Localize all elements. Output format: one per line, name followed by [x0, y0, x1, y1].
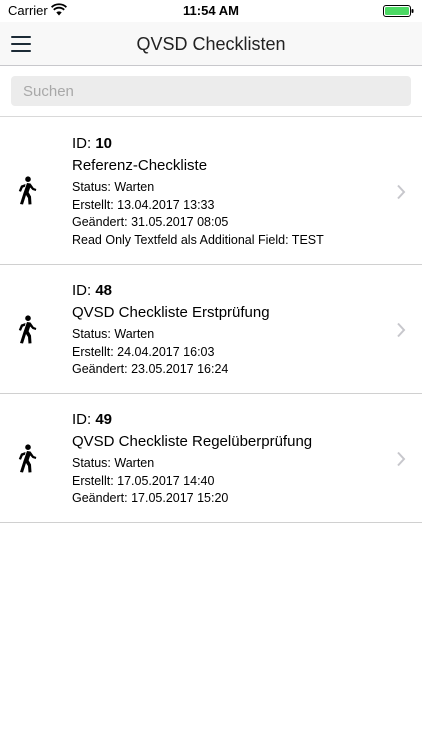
clock: 11:54 AM — [183, 3, 239, 18]
checklist-id: ID: 48 — [72, 282, 113, 299]
checklist-list: ID: 10 Referenz-Checkliste Status: Warte… — [0, 118, 422, 523]
checklist-name: Referenz-Checkliste — [72, 157, 208, 174]
checklist-changed: Geändert: 17.05.2017 15:20 — [72, 491, 229, 505]
search-bar — [0, 66, 422, 117]
checklist-id: ID: 10 — [72, 135, 113, 152]
walking-person-icon — [18, 176, 37, 205]
battery-icon — [383, 5, 414, 17]
checklist-status: Status: Warten — [72, 180, 155, 194]
checklist-changed: Geändert: 31.05.2017 08:05 — [72, 215, 229, 229]
checklist-created: Erstellt: 13.04.2017 13:33 — [72, 197, 215, 212]
search-input[interactable] — [11, 76, 411, 106]
checklist-created: Erstellt: 24.04.2017 16:03 — [72, 344, 215, 359]
checklist-row[interactable]: ID: 10 Referenz-Checkliste Status: Warte… — [0, 118, 422, 265]
checklist-status: Status: Warten — [72, 456, 155, 470]
checklist-extra-field: Read Only Textfeld als Additional Field:… — [72, 232, 324, 247]
status-bar: Carrier 11:54 AM — [0, 0, 422, 22]
checklist-changed: Geändert: 23.05.2017 16:24 — [72, 362, 229, 376]
chevron-right-icon — [397, 451, 406, 467]
checklist-row[interactable]: ID: 48 QVSD Checkliste Erstprüfung Statu… — [0, 265, 422, 394]
walking-person-icon — [18, 315, 37, 344]
checklist-name: QVSD Checkliste Erstprüfung — [72, 304, 270, 321]
page-title: QVSD Checklisten — [136, 34, 286, 54]
chevron-right-icon — [397, 184, 406, 200]
walking-person-icon — [18, 444, 37, 473]
checklist-row[interactable]: ID: 49 QVSD Checkliste Regelüberprüfung … — [0, 394, 422, 523]
checklist-id: ID: 49 — [72, 411, 113, 428]
chevron-right-icon — [397, 322, 406, 338]
checklist-status: Status: Warten — [72, 327, 155, 341]
checklist-created: Erstellt: 17.05.2017 14:40 — [72, 473, 215, 488]
checklist-name: QVSD Checkliste Regelüberprüfung — [72, 433, 313, 450]
navigation-bar: QVSD Checklisten — [0, 22, 422, 66]
